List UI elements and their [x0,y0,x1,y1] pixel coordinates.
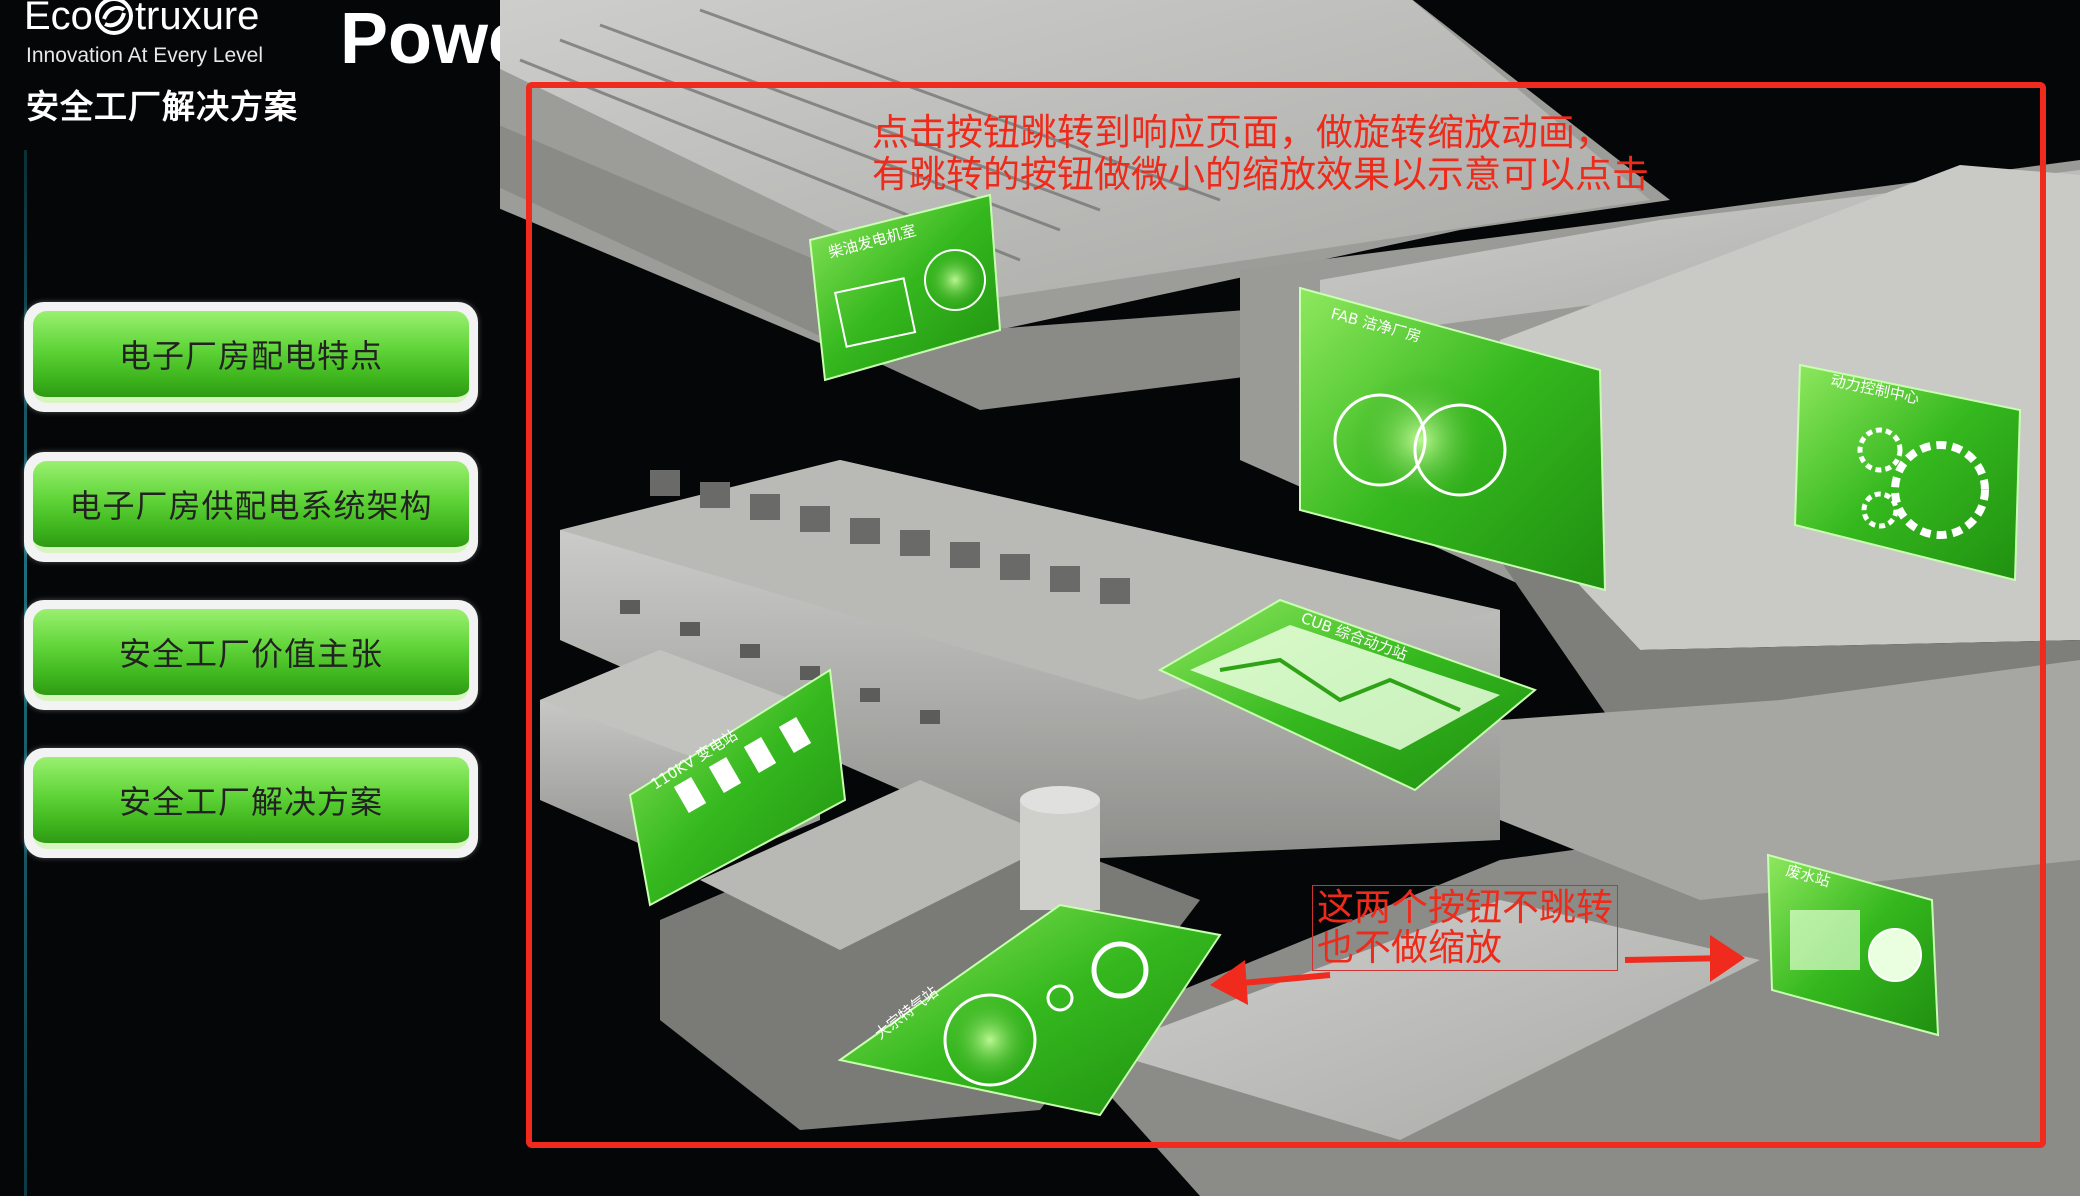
annotation-line: 有跳转的按钮做微小的缩放效果以示意可以点击 [872,153,1649,196]
annotation-line: 点击按钮跳转到响应页面，做旋转缩放动画， [872,111,1612,154]
annotation-note-top: 点击按钮跳转到响应页面，做旋转缩放动画， 有跳转的按钮做微小的缩放效果以示意可以… [872,112,1649,196]
ecostruxure-s-icon [94,0,133,35]
nav-button-system-architecture[interactable]: 电子厂房供配电系统架构 [24,452,478,562]
annotation-note-bottom: 这两个按钮不跳转 也不做缩放 [1312,885,1618,971]
annotation-frame [526,82,2046,1148]
ecostruxure-wordmark: Eco truxure [24,0,259,39]
nav-button-label: 安全工厂解决方案 [33,757,469,849]
annotation-line: 也不做缩放 [1317,926,1502,969]
page-subtitle: 安全工厂解决方案 [26,87,298,126]
nav-button-label: 电子厂房配电特点 [33,311,469,403]
nav-button-value-proposition[interactable]: 安全工厂价值主张 [24,600,478,710]
annotation-line: 这两个按钮不跳转 [1317,886,1613,929]
nav-button-label: 电子厂房供配电系统架构 [33,461,469,553]
nav-button-distribution-features[interactable]: 电子厂房配电特点 [24,302,478,412]
tagline: Innovation At Every Level [26,44,263,67]
nav-button-solution[interactable]: 安全工厂解决方案 [24,748,478,858]
nav-button-label: 安全工厂价值主张 [33,609,469,701]
